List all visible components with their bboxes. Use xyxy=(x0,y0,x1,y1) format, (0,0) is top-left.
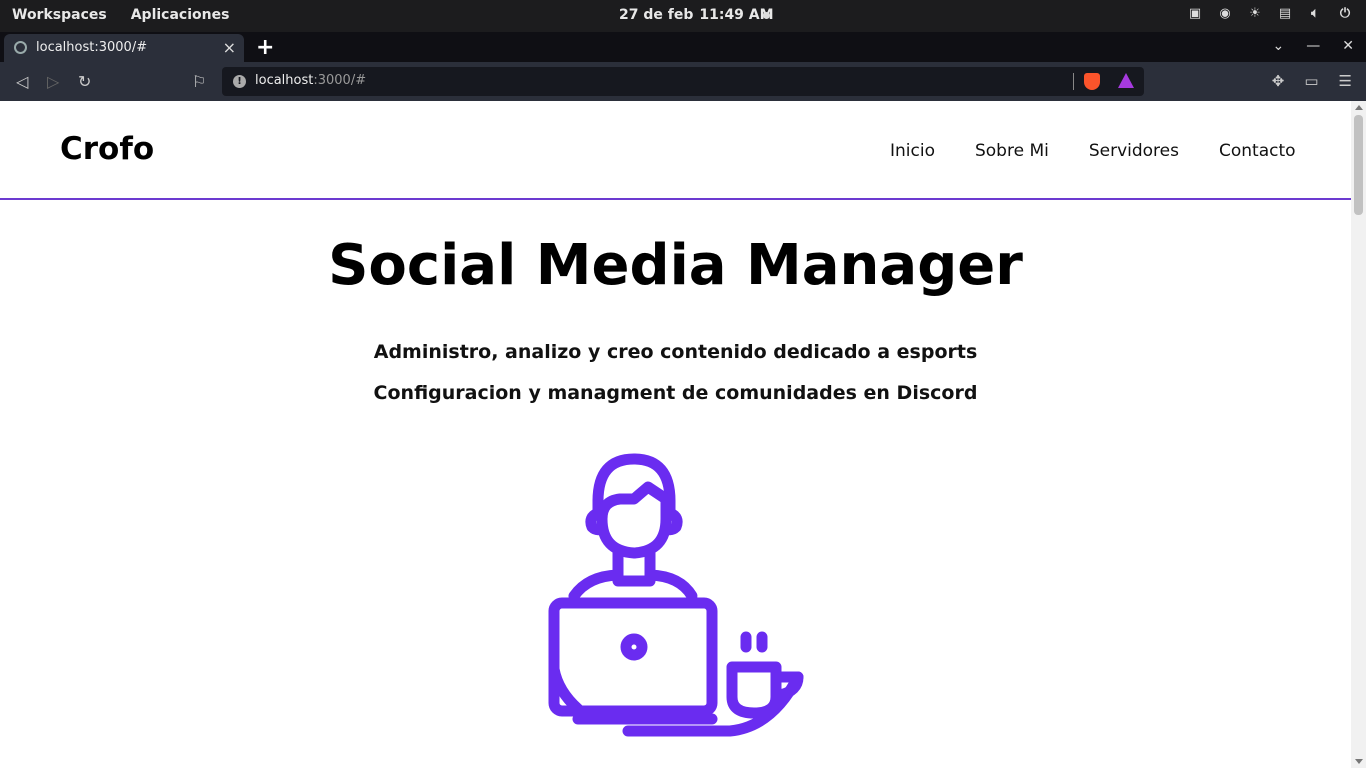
toolbar-right: ✥ ▭ ☰ xyxy=(1272,72,1352,90)
url-text[interactable]: localhost:3000/# xyxy=(255,73,366,88)
nav-contacto[interactable]: Contacto xyxy=(1219,141,1296,161)
minimize-button[interactable]: — xyxy=(1306,38,1320,54)
site-nav: Inicio Sobre Mi Servidores Contacto xyxy=(890,141,1296,161)
person-with-laptop-and-coffee-icon xyxy=(548,453,804,737)
volume-icon[interactable]: 🔈︎ xyxy=(1308,7,1322,21)
site-header: Crofo Inicio Sobre Mi Servidores Contact… xyxy=(0,101,1351,200)
browser-toolbar: ◁ ▷ ↻ ⚐ ! localhost:3000/# ✥ ▭ ☰ xyxy=(0,62,1366,101)
nav-sobre-mi[interactable]: Sobre Mi xyxy=(975,141,1049,161)
discord-icon[interactable]: ◉ xyxy=(1218,7,1232,21)
system-tray: ▣ ◉ ☀ ▤ 🔈︎ ⏻ xyxy=(1188,7,1352,21)
reload-button[interactable]: ↻ xyxy=(78,72,91,91)
applications-menu[interactable]: Aplicaciones xyxy=(131,7,230,23)
keyboard-icon[interactable]: ▤ xyxy=(1278,7,1292,21)
url-separator xyxy=(1073,73,1074,90)
forward-button[interactable]: ▷ xyxy=(47,72,59,91)
tab-list-chevron-icon[interactable]: ⌄ xyxy=(1273,38,1285,54)
brave-shields-icon[interactable] xyxy=(1084,73,1100,90)
new-tab-button[interactable]: + xyxy=(256,35,274,60)
os-top-bar: Workspaces Aplicaciones 27 de feb 11:49 … xyxy=(0,0,1366,32)
back-button[interactable]: ◁ xyxy=(16,72,28,91)
scroll-thumb[interactable] xyxy=(1354,115,1363,215)
hero-line-1: Administro, analizo y creo contenido ded… xyxy=(373,341,978,363)
scroll-down-icon[interactable] xyxy=(1355,759,1363,764)
display-icon[interactable]: ▣ xyxy=(1188,7,1202,21)
notification-dot-icon xyxy=(763,12,770,19)
page-scrollbar[interactable] xyxy=(1351,101,1366,768)
window-controls: ⌄ — ✕ xyxy=(1273,38,1354,54)
scroll-up-icon[interactable] xyxy=(1355,105,1363,110)
close-tab-icon[interactable]: × xyxy=(223,38,236,57)
web-page: Crofo Inicio Sobre Mi Servidores Contact… xyxy=(0,101,1351,768)
site-info-icon[interactable]: ! xyxy=(233,75,246,88)
clock[interactable]: 27 de feb 11:49 AM xyxy=(619,7,774,23)
brave-rewards-icon[interactable] xyxy=(1118,73,1134,88)
power-icon[interactable]: ⏻ xyxy=(1338,7,1352,21)
globe-icon xyxy=(14,41,27,54)
close-window-button[interactable]: ✕ xyxy=(1342,38,1354,54)
menu-icon[interactable]: ☰ xyxy=(1339,72,1352,90)
wallet-icon[interactable]: ▭ xyxy=(1304,72,1318,90)
site-brand[interactable]: Crofo xyxy=(60,131,154,167)
browser-tab[interactable]: localhost:3000/# × xyxy=(4,34,244,62)
extensions-icon[interactable]: ✥ xyxy=(1272,72,1285,90)
nav-servidores[interactable]: Servidores xyxy=(1089,141,1179,161)
bookmark-icon[interactable]: ⚐ xyxy=(192,72,206,91)
brightness-icon[interactable]: ☀ xyxy=(1248,7,1262,21)
tab-title: localhost:3000/# xyxy=(36,40,148,55)
hero-title: Social Media Manager xyxy=(328,233,1023,298)
address-bar[interactable]: ! localhost:3000/# xyxy=(222,67,1144,96)
browser-tab-strip: localhost:3000/# × + ⌄ — ✕ xyxy=(0,32,1366,62)
hero-line-2: Configuracion y managment de comunidades… xyxy=(373,382,978,404)
nav-inicio[interactable]: Inicio xyxy=(890,141,935,161)
date-label: 27 de feb xyxy=(619,7,694,23)
workspaces-menu[interactable]: Workspaces xyxy=(12,7,107,23)
